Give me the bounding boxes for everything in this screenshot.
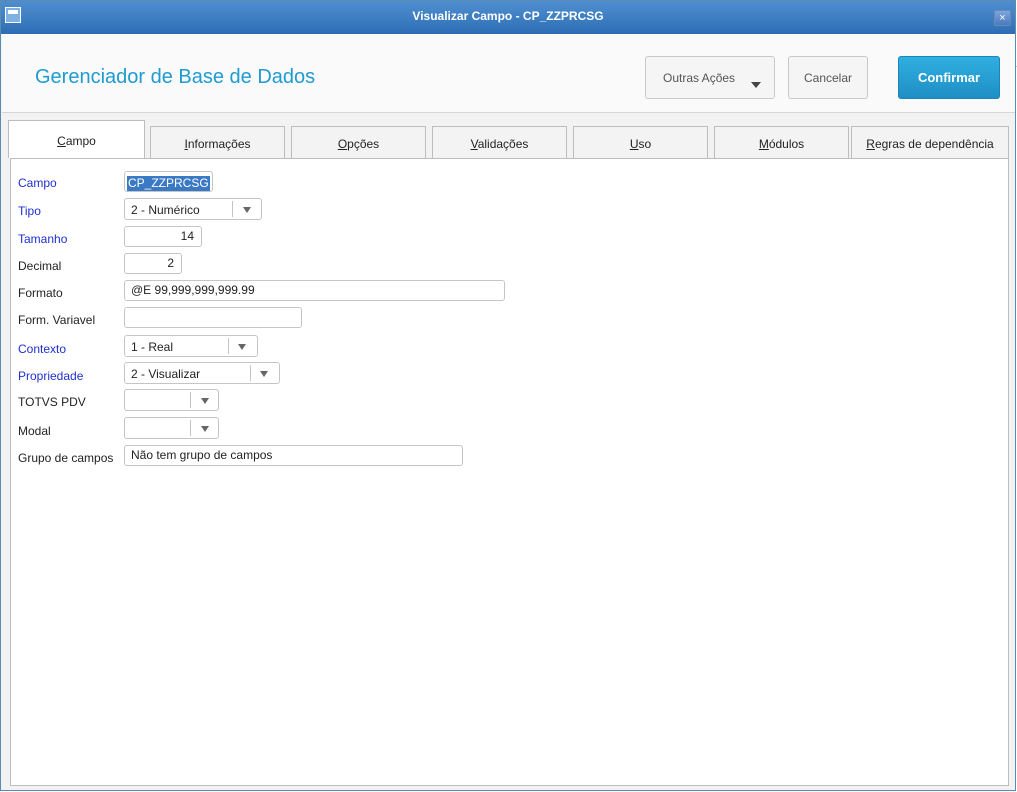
tipo-select[interactable]: 2 - Numérico bbox=[124, 198, 262, 220]
tab-opcoes[interactable]: Opções bbox=[291, 126, 426, 158]
decimal-label: Decimal bbox=[18, 259, 62, 273]
close-button[interactable]: × bbox=[994, 10, 1011, 26]
header-bar: Gerenciador de Base de Dados Outras Açõe… bbox=[2, 34, 1015, 113]
tab-campo[interactable]: Campo bbox=[8, 120, 145, 158]
propriedade-label: Propriedade bbox=[18, 369, 84, 383]
select-divider bbox=[228, 338, 229, 354]
tab-label: Campo bbox=[57, 134, 96, 148]
cancel-button[interactable]: Cancelar bbox=[788, 56, 868, 99]
modal-label: Modal bbox=[18, 424, 51, 438]
tamanho-field[interactable]: 14 bbox=[124, 226, 202, 247]
dropdown-arrow-icon bbox=[243, 207, 251, 213]
dropdown-arrow-icon bbox=[260, 371, 268, 377]
formato-field[interactable]: @E 99,999,999,999.99 bbox=[124, 280, 505, 301]
confirm-label: Confirmar bbox=[917, 70, 981, 85]
modal-select[interactable] bbox=[124, 417, 219, 439]
select-divider bbox=[190, 420, 191, 436]
other-actions-button[interactable]: Outras Ações bbox=[645, 56, 775, 99]
tab-label: Uso bbox=[629, 137, 652, 151]
tab-informacoes[interactable]: Informações bbox=[150, 126, 285, 158]
confirm-button[interactable]: Confirmar bbox=[898, 56, 1000, 99]
propriedade-value: 2 - Visualizar bbox=[131, 367, 201, 381]
dropdown-arrow-icon bbox=[238, 344, 246, 350]
campo-label: Campo bbox=[18, 176, 57, 190]
select-divider bbox=[190, 392, 191, 408]
dialog-window: Visualizar Campo - CP_ZZPRCSG × Gerencia… bbox=[0, 0, 1016, 791]
tipo-label: Tipo bbox=[18, 204, 41, 218]
other-actions-label: Outras Ações bbox=[663, 71, 736, 85]
decimal-field[interactable]: 2 bbox=[124, 253, 182, 274]
tab-uso[interactable]: Uso bbox=[573, 126, 708, 158]
select-divider bbox=[250, 365, 251, 381]
tab-label: Módulos bbox=[758, 137, 805, 151]
tab-label: Informações bbox=[184, 137, 251, 151]
contexto-value: 1 - Real bbox=[131, 340, 174, 354]
tab-label: Validações bbox=[470, 137, 529, 151]
window-title: Visualizar Campo - CP_ZZPRCSG bbox=[412, 9, 604, 23]
tab-label: Regras de dependência bbox=[866, 137, 994, 151]
grupo-campos-field[interactable]: Não tem grupo de campos bbox=[124, 445, 463, 466]
propriedade-select[interactable]: 2 - Visualizar bbox=[124, 362, 280, 384]
tab-validacoes[interactable]: Validações bbox=[432, 126, 567, 158]
totvs-pdv-select[interactable] bbox=[124, 389, 219, 411]
tipo-value: 2 - Numérico bbox=[131, 203, 200, 217]
campo-field[interactable]: CP_ZZPRCSG bbox=[124, 171, 213, 192]
tab-label: Opções bbox=[337, 137, 380, 151]
select-divider bbox=[232, 201, 233, 217]
formato-label: Formato bbox=[18, 286, 63, 300]
contexto-label: Contexto bbox=[18, 342, 67, 356]
tamanho-label: Tamanho bbox=[18, 232, 68, 246]
page-title: Gerenciador de Base de Dados bbox=[35, 66, 316, 88]
grupo-campos-label: Grupo de campos bbox=[18, 451, 114, 465]
title-bar: Visualizar Campo - CP_ZZPRCSG × bbox=[1, 1, 1015, 34]
chevron-down-icon bbox=[751, 82, 761, 88]
contexto-select[interactable]: 1 - Real bbox=[124, 335, 258, 357]
form-variavel-field[interactable] bbox=[124, 307, 302, 328]
campo-value: CP_ZZPRCSG bbox=[127, 176, 210, 191]
tab-regras-dependencia[interactable]: Regras de dependência bbox=[851, 126, 1009, 158]
form-variavel-label: Form. Variavel bbox=[18, 313, 96, 327]
cancel-label: Cancelar bbox=[803, 71, 853, 85]
tab-modulos[interactable]: Módulos bbox=[714, 126, 849, 158]
dropdown-arrow-icon bbox=[201, 398, 209, 404]
dropdown-arrow-icon bbox=[201, 426, 209, 432]
totvs-pdv-label: TOTVS PDV bbox=[18, 395, 86, 409]
